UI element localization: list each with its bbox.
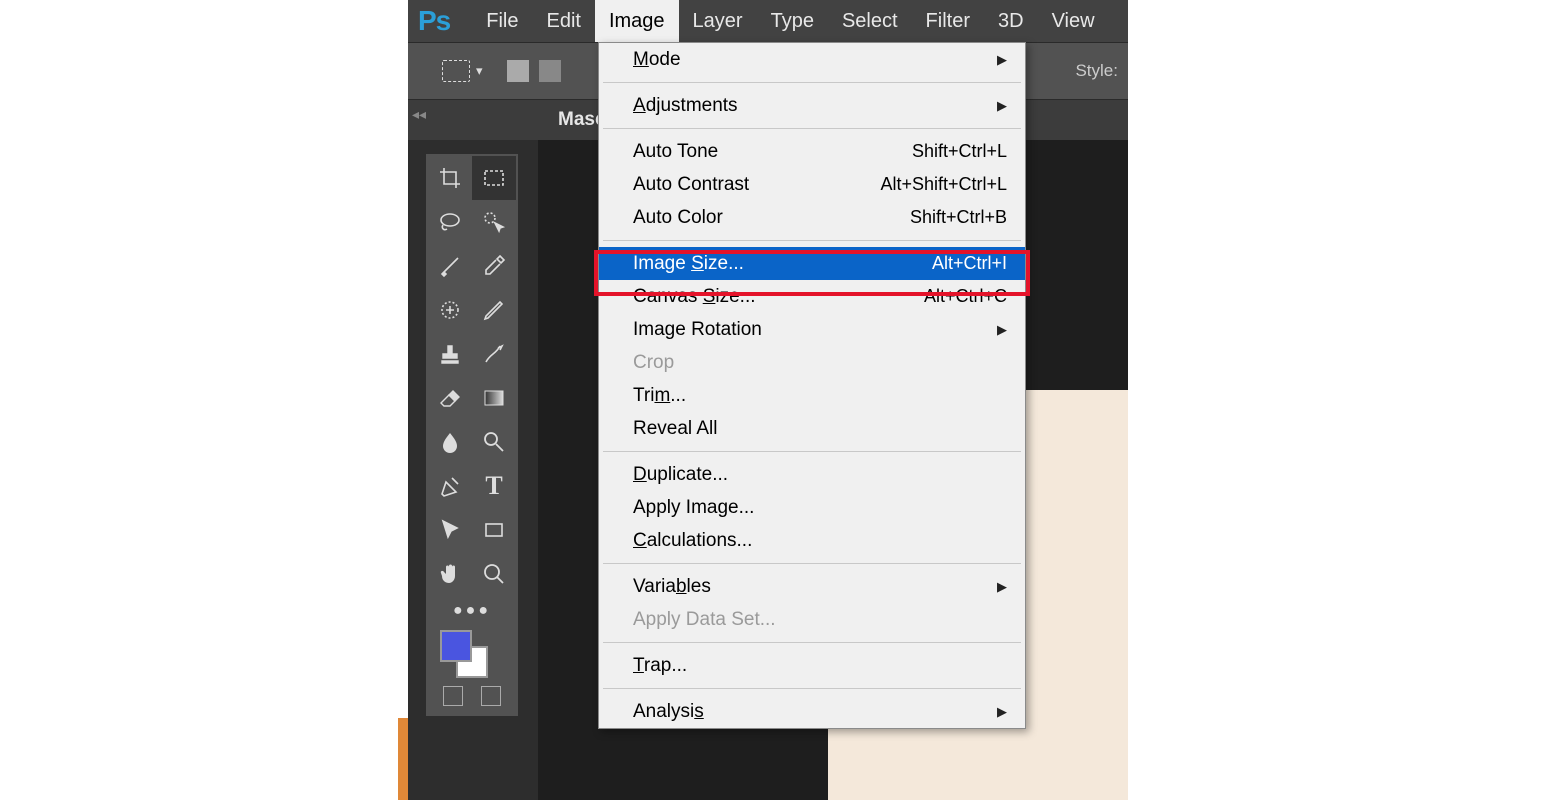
submenu-arrow-icon: ▶ xyxy=(997,704,1007,720)
menu-select[interactable]: Select xyxy=(828,0,912,42)
decoration-bar xyxy=(398,718,408,800)
menu-image-size[interactable]: Image Size...Alt+Ctrl+I xyxy=(599,247,1025,280)
mode-new-icon[interactable] xyxy=(507,60,529,82)
panel-collapse-icon[interactable]: ◂◂ xyxy=(412,106,426,123)
menu-separator xyxy=(603,563,1021,564)
menu-apply-data-set: Apply Data Set... xyxy=(599,603,1025,636)
menu-apply-image[interactable]: Apply Image... xyxy=(599,491,1025,524)
more-tools-icon[interactable]: ●●● xyxy=(428,596,516,626)
menu-auto-color[interactable]: Auto ColorShift+Ctrl+B xyxy=(599,201,1025,234)
eraser-tool-icon[interactable] xyxy=(428,376,472,420)
marquee-icon xyxy=(442,60,470,82)
menu-mode[interactable]: Mode▶ xyxy=(599,43,1025,76)
menu-type[interactable]: Type xyxy=(757,0,828,42)
menubar: Ps File Edit Image Layer Type Select Fil… xyxy=(408,0,1128,42)
blur-tool-icon[interactable] xyxy=(428,420,472,464)
submenu-arrow-icon: ▶ xyxy=(997,322,1007,338)
toolbox: T ●●● xyxy=(426,154,518,716)
menu-adjustments[interactable]: Adjustments▶ xyxy=(599,89,1025,122)
dodge-tool-icon[interactable] xyxy=(472,420,516,464)
menu-reveal-all[interactable]: Reveal All xyxy=(599,412,1025,445)
menu-separator xyxy=(603,240,1021,241)
hand-tool-icon[interactable] xyxy=(428,552,472,596)
menu-image[interactable]: Image xyxy=(595,0,679,42)
gradient-tool-icon[interactable] xyxy=(472,376,516,420)
foreground-color-icon[interactable] xyxy=(440,630,472,662)
submenu-arrow-icon: ▶ xyxy=(997,52,1007,68)
submenu-arrow-icon: ▶ xyxy=(997,579,1007,595)
menu-canvas-size[interactable]: Canvas Size...Alt+Ctrl+C xyxy=(599,280,1025,313)
menu-auto-tone[interactable]: Auto ToneShift+Ctrl+L xyxy=(599,135,1025,168)
healing-tool-icon[interactable] xyxy=(428,288,472,332)
crop-tool-icon[interactable] xyxy=(428,156,472,200)
slice-tool-icon[interactable] xyxy=(428,244,472,288)
menu-analysis[interactable]: Analysis▶ xyxy=(599,695,1025,728)
pen-tool-icon[interactable] xyxy=(428,464,472,508)
menu-layer[interactable]: Layer xyxy=(679,0,757,42)
menu-duplicate[interactable]: Duplicate... xyxy=(599,458,1025,491)
app-logo: Ps xyxy=(418,5,450,37)
menu-separator xyxy=(603,688,1021,689)
color-swatch[interactable] xyxy=(428,626,516,682)
menu-calculations[interactable]: Calculations... xyxy=(599,524,1025,557)
style-label: Style: xyxy=(1075,61,1118,81)
history-brush-tool-icon[interactable] xyxy=(472,332,516,376)
menu-separator xyxy=(603,451,1021,452)
menu-filter[interactable]: Filter xyxy=(912,0,984,42)
lasso-tool-icon[interactable] xyxy=(428,200,472,244)
submenu-arrow-icon: ▶ xyxy=(997,98,1007,114)
quick-select-tool-icon[interactable] xyxy=(472,200,516,244)
menu-separator xyxy=(603,128,1021,129)
stamp-tool-icon[interactable] xyxy=(428,332,472,376)
menu-view[interactable]: View xyxy=(1038,0,1109,42)
menu-variables[interactable]: Variables▶ xyxy=(599,570,1025,603)
menu-separator xyxy=(603,82,1021,83)
image-menu-dropdown: Mode▶ Adjustments▶ Auto ToneShift+Ctrl+L… xyxy=(598,42,1026,729)
menu-edit[interactable]: Edit xyxy=(532,0,594,42)
menu-separator xyxy=(603,642,1021,643)
marquee-tool-icon[interactable] xyxy=(472,156,516,200)
zoom-tool-icon[interactable] xyxy=(472,552,516,596)
rectangle-tool-icon[interactable] xyxy=(472,508,516,552)
path-select-tool-icon[interactable] xyxy=(428,508,472,552)
pencil-tool-icon[interactable] xyxy=(472,288,516,332)
screen-mode-icons[interactable] xyxy=(428,682,516,714)
menu-trim[interactable]: Trim... xyxy=(599,379,1025,412)
menu-file[interactable]: File xyxy=(472,0,532,42)
chevron-down-icon[interactable]: ▾ xyxy=(476,63,483,79)
menu-3d[interactable]: 3D xyxy=(984,0,1038,42)
mode-add-icon[interactable] xyxy=(539,60,561,82)
eyedropper-tool-icon[interactable] xyxy=(472,244,516,288)
menu-crop: Crop xyxy=(599,346,1025,379)
menu-image-rotation[interactable]: Image Rotation▶ xyxy=(599,313,1025,346)
type-tool-icon[interactable]: T xyxy=(472,464,516,508)
menu-trap[interactable]: Trap... xyxy=(599,649,1025,682)
menu-auto-contrast[interactable]: Auto ContrastAlt+Shift+Ctrl+L xyxy=(599,168,1025,201)
